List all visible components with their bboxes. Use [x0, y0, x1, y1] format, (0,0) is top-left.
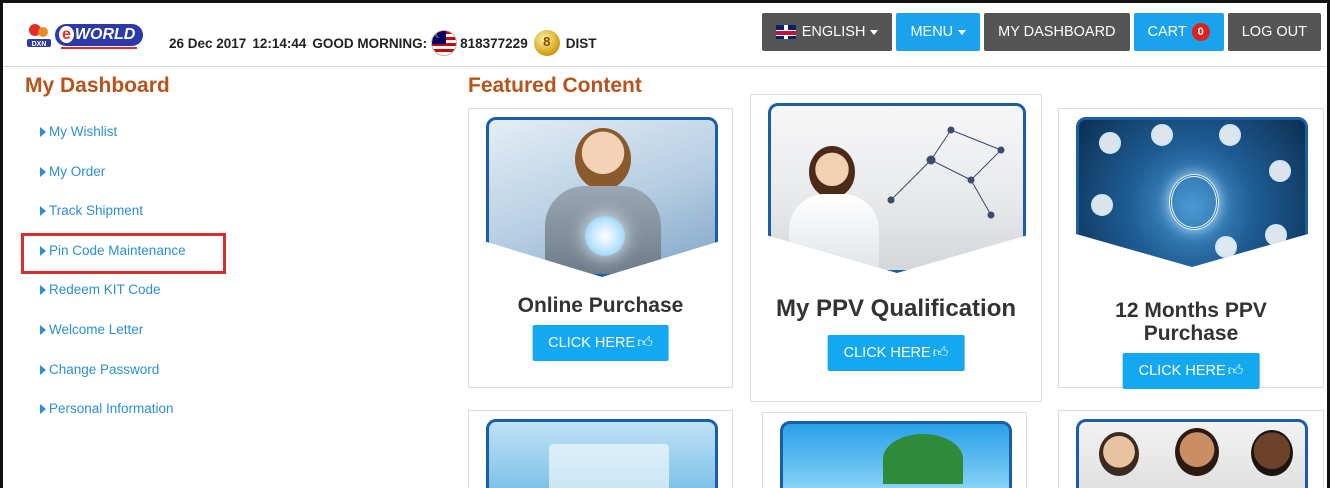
- featured-card-12-months-ppv: 12 Months PPV Purchase CLICK HERE 👍︎: [1058, 108, 1324, 389]
- woman-body: [789, 194, 879, 270]
- cart-label: CART: [1147, 24, 1187, 40]
- caret-right-icon: [40, 404, 46, 415]
- thumbs-up-icon: 👍︎: [637, 334, 653, 351]
- click-here-label: CLICK HERE: [548, 335, 636, 351]
- logout-label: LOG OUT: [1241, 24, 1307, 40]
- man-figure: [1099, 432, 1139, 476]
- malaysia-flag-icon: [431, 30, 458, 56]
- palm-tree-icon: [883, 434, 963, 484]
- woman-figure: [809, 146, 855, 198]
- user-node-icon: [1269, 160, 1291, 182]
- rank-badge-icon: [533, 30, 560, 56]
- click-here-label: CLICK HERE: [1138, 363, 1226, 379]
- eworld-logo[interactable]: DXN e WORLD: [25, 21, 145, 49]
- cart-button[interactable]: CART 0: [1133, 13, 1224, 51]
- card-title: Online Purchase: [517, 294, 684, 317]
- sidebar-item-label: Welcome Letter: [49, 321, 144, 337]
- network-graph-icon: [887, 126, 1005, 219]
- click-here-button[interactable]: CLICK HERE 👍︎: [1122, 353, 1260, 389]
- sidebar-item-label: Personal Information: [49, 401, 174, 417]
- sidebar-item-change-password[interactable]: Change Password: [40, 362, 186, 402]
- sidebar-item-my-wishlist[interactable]: My Wishlist: [40, 124, 186, 164]
- user-node-icon: [1091, 194, 1113, 216]
- featured-content-title: Featured Content: [468, 74, 642, 97]
- click-here-button[interactable]: CLICK HERE 👍︎: [532, 325, 669, 361]
- click-here-button[interactable]: CLICK HERE 👍︎: [827, 335, 965, 371]
- caret-right-icon: [40, 127, 46, 137]
- dashboard-title: My Dashboard: [25, 74, 170, 97]
- session-info: 26 Dec 2017 12:14:44 GOOD MORNING: 81837…: [169, 30, 596, 56]
- click-here-label: CLICK HERE: [843, 345, 931, 361]
- user-node-icon: [1215, 236, 1237, 258]
- caret-right-icon: [40, 166, 46, 177]
- greeting-text: GOOD MORNING:: [312, 35, 428, 51]
- cart-count-badge: 0: [1191, 23, 1210, 41]
- featured-card-5: [762, 412, 1027, 488]
- card-title: My PPV Qualification: [775, 295, 1017, 322]
- user-node-icon: [1265, 224, 1287, 246]
- logout-button[interactable]: LOG OUT: [1227, 13, 1321, 51]
- dxn-logo-icon: DXN: [27, 24, 51, 48]
- user-node-icon: [1219, 124, 1241, 146]
- sidebar-item-personal-information[interactable]: Personal Information: [40, 401, 186, 441]
- woman-figure: [1175, 428, 1219, 476]
- card-title-line-1: 12 Months PPV: [1115, 299, 1267, 322]
- tablet-screen: [549, 444, 669, 488]
- sidebar-item-welcome-letter[interactable]: Welcome Letter: [40, 322, 186, 362]
- current-date: 26 Dec 2017: [169, 35, 247, 51]
- uk-flag-icon: [775, 25, 796, 39]
- language-dropdown[interactable]: ENGLISH: [761, 13, 893, 51]
- thumbs-up-icon: 👍︎: [932, 344, 949, 361]
- top-nav: ENGLISH MENU MY DASHBOARD CART 0 LOG OUT: [761, 13, 1321, 51]
- dashboard-menu: My Wishlist My Order Track Shipment Pin …: [40, 124, 186, 441]
- chevron-down-icon: [870, 29, 879, 35]
- featured-card-6: [1058, 410, 1324, 488]
- featured-card-ppv-qualification: My PPV Qualification CLICK HERE 👍︎: [750, 94, 1042, 402]
- thumbs-up-icon: 👍︎: [1227, 362, 1244, 379]
- fingerprint-icon: [1169, 174, 1219, 230]
- highlight-annotation: [21, 233, 226, 274]
- my-dashboard-label: MY DASHBOARD: [998, 24, 1116, 40]
- featured-card-online-purchase: Online Purchase CLICK HERE 👍︎: [468, 108, 733, 388]
- my-dashboard-button[interactable]: MY DASHBOARD: [984, 13, 1130, 51]
- sidebar-item-my-order[interactable]: My Order: [40, 164, 186, 204]
- top-header: DXN e WORLD 26 Dec 2017 12:14:44 GOOD MOR…: [3, 3, 1327, 67]
- sidebar-item-redeem-kit-code[interactable]: Redeem KIT Code: [40, 282, 186, 322]
- sidebar-item-label: Redeem KIT Code: [49, 282, 161, 298]
- featured-card-4: [468, 410, 733, 488]
- woman-figure: [575, 128, 631, 190]
- cart-globe-icon: [585, 216, 625, 256]
- chevron-down-icon: [958, 29, 967, 35]
- 12-months-ppv-image: [1076, 117, 1308, 267]
- card-title-line-2: Purchase: [1143, 322, 1239, 345]
- svg-text:DXN: DXN: [32, 41, 47, 48]
- member-type: DIST: [565, 35, 597, 51]
- featured-card-5-image: [780, 421, 1012, 488]
- brand-underline: [61, 47, 137, 49]
- menu-dropdown[interactable]: MENU: [896, 13, 981, 51]
- sidebar-item-label: Change Password: [49, 361, 160, 377]
- featured-card-4-image: [486, 419, 718, 488]
- current-time: 12:14:44: [252, 35, 307, 51]
- online-purchase-image: [486, 117, 718, 277]
- ppv-qualification-image: [768, 103, 1026, 273]
- language-label: ENGLISH: [801, 24, 866, 40]
- caret-right-icon: [40, 206, 46, 217]
- menu-label: MENU: [910, 24, 954, 40]
- user-node-icon: [1099, 132, 1121, 154]
- member-id: 818377229: [460, 35, 528, 51]
- sidebar-item-label: Track Shipment: [49, 203, 144, 219]
- sidebar-item-label: My Order: [49, 163, 106, 179]
- featured-card-6-image: [1076, 419, 1308, 488]
- user-node-icon: [1151, 124, 1173, 146]
- caret-right-icon: [40, 364, 46, 375]
- brand-name: e WORLD: [55, 24, 144, 46]
- caret-right-icon: [40, 324, 46, 335]
- man-figure: [1251, 430, 1293, 476]
- caret-right-icon: [40, 285, 46, 296]
- sidebar-item-label: My Wishlist: [49, 124, 118, 139]
